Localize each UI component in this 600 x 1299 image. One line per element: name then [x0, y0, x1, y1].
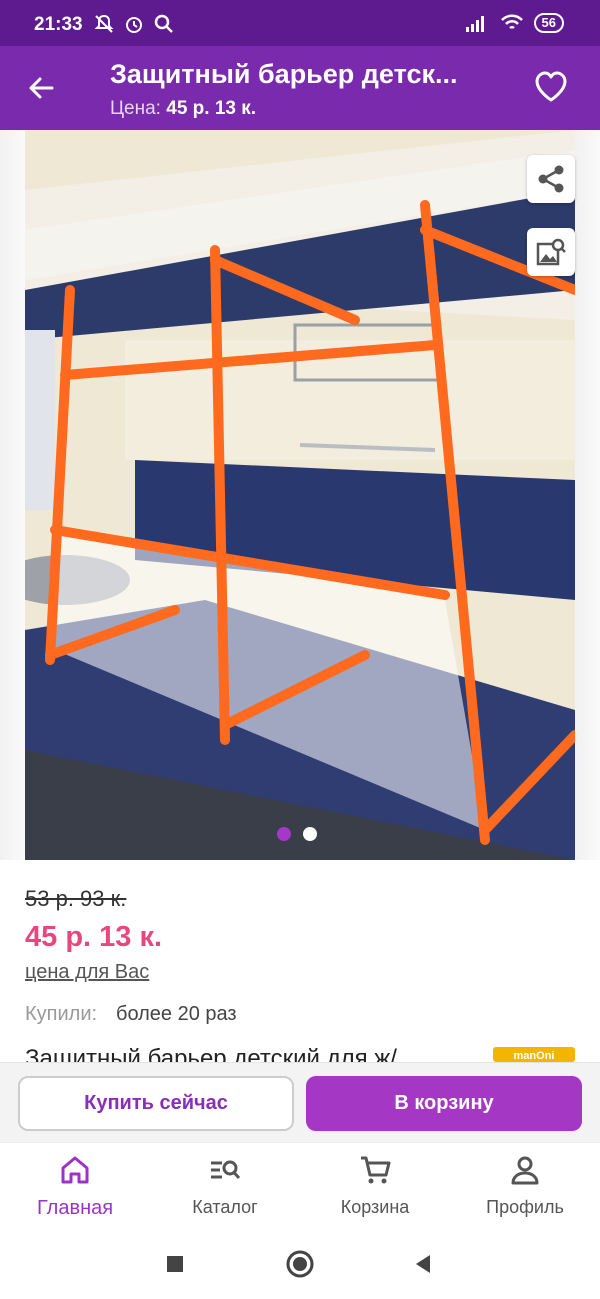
bottom-nav: Главная Каталог Корзина Профиль: [0, 1142, 600, 1228]
bought-count: более 20 раз: [116, 1003, 237, 1025]
header-price-value: 45 р. 13 к.: [166, 98, 257, 119]
home-icon: [61, 1156, 89, 1184]
gallery-pagination: [277, 827, 317, 841]
system-nav: [0, 1228, 600, 1299]
notifications-off-icon: [94, 14, 114, 33]
battery-icon: 56: [533, 13, 564, 33]
catalog-search-icon: [211, 1160, 241, 1180]
buy-now-button[interactable]: Купить сейчас: [18, 1076, 294, 1131]
arrow-back-icon: [29, 77, 54, 99]
image-search-icon: [536, 238, 566, 266]
gallery-dot[interactable]: [303, 827, 317, 841]
profile-icon: [511, 1156, 539, 1185]
header-price: Цена: 45 р. 13 к.: [110, 98, 256, 120]
share-button[interactable]: [527, 155, 575, 203]
circle-icon: [286, 1250, 314, 1278]
price-for-you-link[interactable]: цена для Вас: [25, 961, 149, 984]
add-to-cart-button[interactable]: В корзину: [306, 1076, 582, 1131]
nav-label: Профиль: [486, 1197, 564, 1217]
nav-item-home[interactable]: Главная: [0, 1143, 150, 1229]
status-time: 21:33: [34, 14, 83, 35]
home-system-button[interactable]: [282, 1246, 318, 1282]
back-system-button[interactable]: [405, 1246, 441, 1282]
app-bar: Защитный барьер детск... Цена: 45 р. 13 …: [0, 46, 600, 130]
bought-label: Купили:: [25, 1003, 98, 1025]
header-price-label: Цена:: [110, 98, 161, 119]
brand-logo[interactable]: manOni: [493, 1047, 575, 1062]
nav-label: Каталог: [192, 1197, 258, 1217]
recents-button[interactable]: [157, 1246, 193, 1282]
action-bar: Купить сейчас В корзину: [0, 1062, 600, 1142]
share-icon: [538, 165, 564, 193]
nav-label: Главная: [36, 1197, 114, 1219]
favorite-button[interactable]: [532, 68, 570, 106]
triangle-back-icon: [416, 1255, 430, 1273]
search-icon: [154, 14, 173, 33]
gallery-dot[interactable]: [277, 827, 291, 841]
alarm-icon: [126, 17, 142, 33]
product-gallery[interactable]: [0, 130, 600, 860]
square-icon: [167, 1256, 183, 1272]
back-button[interactable]: [22, 68, 62, 108]
heart-icon: [535, 71, 567, 102]
search-by-photo-button[interactable]: [527, 228, 575, 276]
signal-icon: [465, 16, 484, 32]
nav-item-catalog[interactable]: Каталог: [150, 1143, 300, 1229]
product-photo: [25, 130, 575, 860]
nav-label: Корзина: [340, 1197, 410, 1217]
product-name: Защитный барьер детский для ж/: [25, 1045, 397, 1062]
old-price: 53 р. 93 к.: [25, 886, 127, 911]
nav-item-cart[interactable]: Корзина: [300, 1143, 450, 1229]
nav-item-profile[interactable]: Профиль: [450, 1143, 600, 1229]
cart-icon: [361, 1156, 391, 1184]
wifi-icon: [500, 14, 523, 30]
current-price: 45 р. 13 к.: [25, 921, 163, 953]
page-title: Защитный барьер детск...: [110, 59, 458, 89]
status-bar: 21:33 56: [0, 0, 600, 46]
